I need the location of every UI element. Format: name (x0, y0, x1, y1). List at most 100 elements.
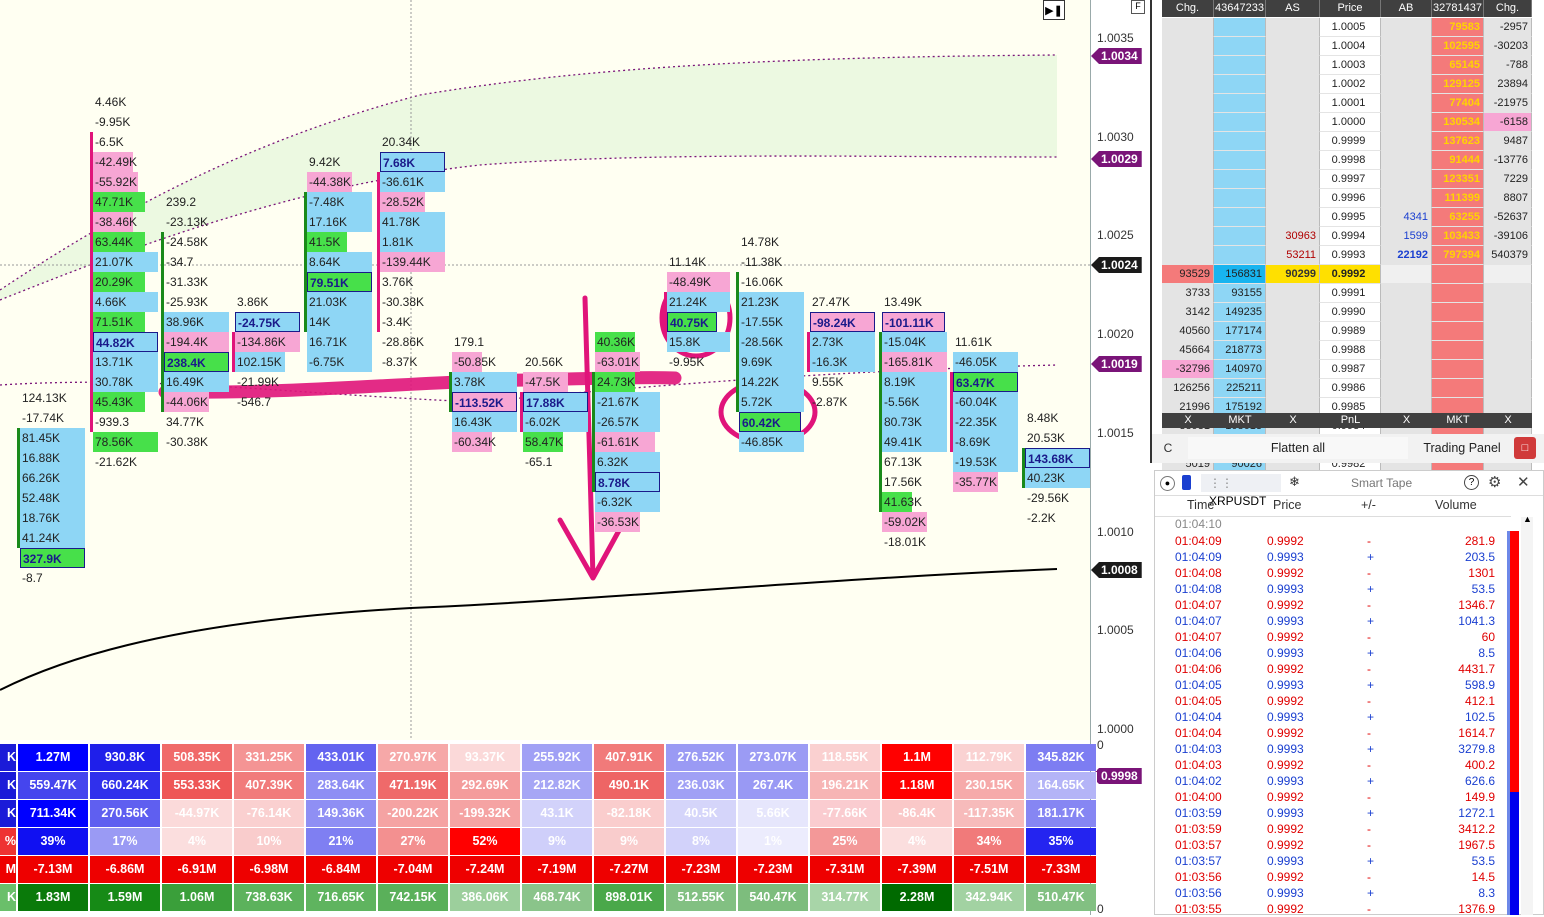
gear-icon[interactable]: ⚙ (1488, 473, 1501, 491)
tape-row[interactable]: 01:04:08 0.9992 - 1301 (1155, 565, 1495, 581)
footprint-cell[interactable]: -6.75K (307, 352, 372, 372)
footprint-cell[interactable]: 7.68K (380, 152, 445, 172)
footprint-cell[interactable]: -28.56K (739, 332, 804, 352)
footprint-cell[interactable]: 81.45K (20, 428, 85, 448)
trading-panel-button[interactable]: Trading Panel (1414, 437, 1510, 459)
footprint-cell[interactable]: 21.03K (307, 292, 372, 312)
footprint-cell[interactable]: 4.66K (93, 292, 158, 312)
dom-cell[interactable]: 123351 (1432, 170, 1484, 189)
dom-header-cell[interactable]: 43647233 (1214, 0, 1266, 17)
dom-cell[interactable] (1381, 75, 1432, 94)
dom-cell[interactable] (1214, 189, 1266, 208)
dom-header-cell[interactable]: Price (1320, 0, 1381, 17)
dom-cell[interactable] (1162, 227, 1214, 246)
footprint-cell[interactable]: 41.5K (307, 232, 347, 252)
footprint-cell[interactable]: 45.43K (93, 392, 145, 412)
dom-cell[interactable]: 45664 (1162, 341, 1214, 360)
dom-cell[interactable]: 1.0005 (1320, 18, 1381, 37)
tape-row[interactable]: 01:04:04 0.9992 - 1614.7 (1155, 725, 1495, 741)
dom-header-cell[interactable]: AS (1266, 0, 1320, 17)
footprint-cell[interactable]: -22.35K (953, 412, 1018, 432)
footprint-cell[interactable]: -38.46K (93, 212, 137, 232)
footprint-cell[interactable]: 41.24K (20, 528, 85, 548)
dom-cell[interactable] (1381, 360, 1432, 379)
dom-cell[interactable]: 225211 (1214, 379, 1266, 398)
footprint-cell[interactable]: 27.47K (810, 292, 850, 312)
footprint-cell[interactable]: -16.06K (739, 272, 783, 292)
dom-cell[interactable] (1432, 303, 1484, 322)
dom-cell[interactable] (1381, 284, 1432, 303)
dom-cell[interactable] (1381, 303, 1432, 322)
dom-cell[interactable]: 0.9988 (1320, 341, 1381, 360)
footprint-cell[interactable]: -21.62K (93, 452, 137, 472)
footprint-cell[interactable]: -63.01K (595, 352, 640, 372)
tape-row[interactable]: 01:04:05 0.9993 +598.9 (1155, 677, 1495, 693)
footprint-cell[interactable]: -26.57K (595, 412, 660, 432)
tape-row[interactable]: 01:04:09 0.9993 +203.5 (1155, 549, 1495, 565)
tape-row[interactable]: 01:03:56 0.9993 +8.3 (1155, 885, 1495, 901)
dom-cell[interactable] (1214, 208, 1266, 227)
footprint-cell[interactable]: 40.36K (595, 332, 635, 352)
footprint-cell[interactable]: -8.7 (20, 568, 43, 588)
dom-footer-button[interactable]: X (1484, 413, 1532, 428)
footprint-cell[interactable]: 6.32K (595, 452, 660, 472)
footprint-cell[interactable]: -8.37K (380, 352, 417, 372)
footprint-cell[interactable]: -30.38K (164, 432, 208, 452)
footprint-chart[interactable]: 124.13K -17.74K 81.45K 16.88K 66.26K 52.48K 18… (0, 0, 1090, 740)
footprint-cell[interactable]: 17.88K (523, 392, 588, 412)
footprint-cell[interactable]: -2.2K (1025, 508, 1056, 528)
footprint-cell[interactable]: -29.56K (1025, 488, 1069, 508)
footprint-cell[interactable]: -44.06K (164, 392, 209, 412)
footprint-cell[interactable]: 102.15K (235, 352, 285, 372)
dom-cell[interactable]: 149235 (1214, 303, 1266, 322)
tape-row[interactable]: 01:04:03 0.9993 +3279.8 (1155, 741, 1495, 757)
footprint-cell[interactable]: -42.49K (93, 152, 137, 172)
footprint-cell[interactable]: -17.74K (20, 408, 64, 428)
footprint-cell[interactable]: 327.9K (20, 548, 85, 568)
footprint-cell[interactable]: 44.82K (93, 332, 158, 352)
footprint-cell[interactable]: 143.68K (1025, 448, 1090, 468)
dom-cell[interactable]: 30963 (1266, 227, 1320, 246)
footprint-cell[interactable]: 16.43K (452, 412, 517, 432)
footprint-cell[interactable]: 17.56K (882, 472, 922, 492)
dom-cell[interactable] (1162, 132, 1214, 151)
footprint-cell[interactable]: 63.44K (93, 232, 145, 252)
tape-row[interactable]: 01:04:07 0.9992 - 1346.7 (1155, 597, 1495, 613)
dom-cell[interactable] (1214, 151, 1266, 170)
snowflake-icon[interactable]: ❄ (1289, 474, 1300, 490)
tape-row[interactable]: 01:03:59 0.9993 +1272.1 (1155, 805, 1495, 821)
dom-cell[interactable]: 0.9998 (1320, 151, 1381, 170)
dom-cell[interactable]: 0.9992 (1320, 265, 1381, 284)
dom-cell[interactable] (1381, 113, 1432, 132)
tape-row[interactable]: 01:03:57 0.9992 - 1967.5 (1155, 837, 1495, 853)
dom-footer-button[interactable]: X (1162, 413, 1214, 428)
footprint-cell[interactable]: -60.04K (953, 392, 1018, 412)
dom-cell[interactable] (1266, 113, 1320, 132)
help-icon[interactable]: ? (1464, 475, 1479, 490)
footprint-cell[interactable]: 4.46K (93, 92, 126, 112)
dom-cell[interactable]: 0.9995 (1320, 208, 1381, 227)
dom-cell[interactable]: 0.9999 (1320, 132, 1381, 151)
footprint-cell[interactable]: -9.95K (93, 112, 130, 132)
dom-cell[interactable] (1484, 379, 1532, 398)
dom-cell[interactable] (1266, 284, 1320, 303)
footprint-cell[interactable]: -8.69K (953, 432, 1018, 452)
tape-row[interactable]: 01:04:05 0.9992 - 412.1 (1155, 693, 1495, 709)
dom-cell[interactable] (1266, 37, 1320, 56)
footprint-cell[interactable]: 30.78K (93, 372, 158, 392)
dom-cell[interactable] (1162, 37, 1214, 56)
footprint-cell[interactable]: -60.34K (452, 432, 496, 452)
footprint-cell[interactable]: 8.78K (595, 472, 660, 492)
dom-cell[interactable] (1266, 341, 1320, 360)
dom-footer-button[interactable]: MKT (1432, 413, 1484, 428)
dom-cell[interactable] (1214, 246, 1266, 265)
footprint-cell[interactable]: -3.4K (380, 312, 411, 332)
dom-cell[interactable] (1162, 246, 1214, 265)
footprint-cell[interactable]: 60.42K (739, 412, 801, 432)
footprint-cell[interactable]: -101.11K (882, 312, 945, 332)
dom-cell[interactable] (1266, 18, 1320, 37)
footprint-cell[interactable]: -165.81K (882, 352, 947, 372)
dom-cell[interactable] (1484, 284, 1532, 303)
footprint-cell[interactable]: 78.56K (93, 432, 158, 452)
footprint-cell[interactable]: 9.69K (739, 352, 804, 372)
